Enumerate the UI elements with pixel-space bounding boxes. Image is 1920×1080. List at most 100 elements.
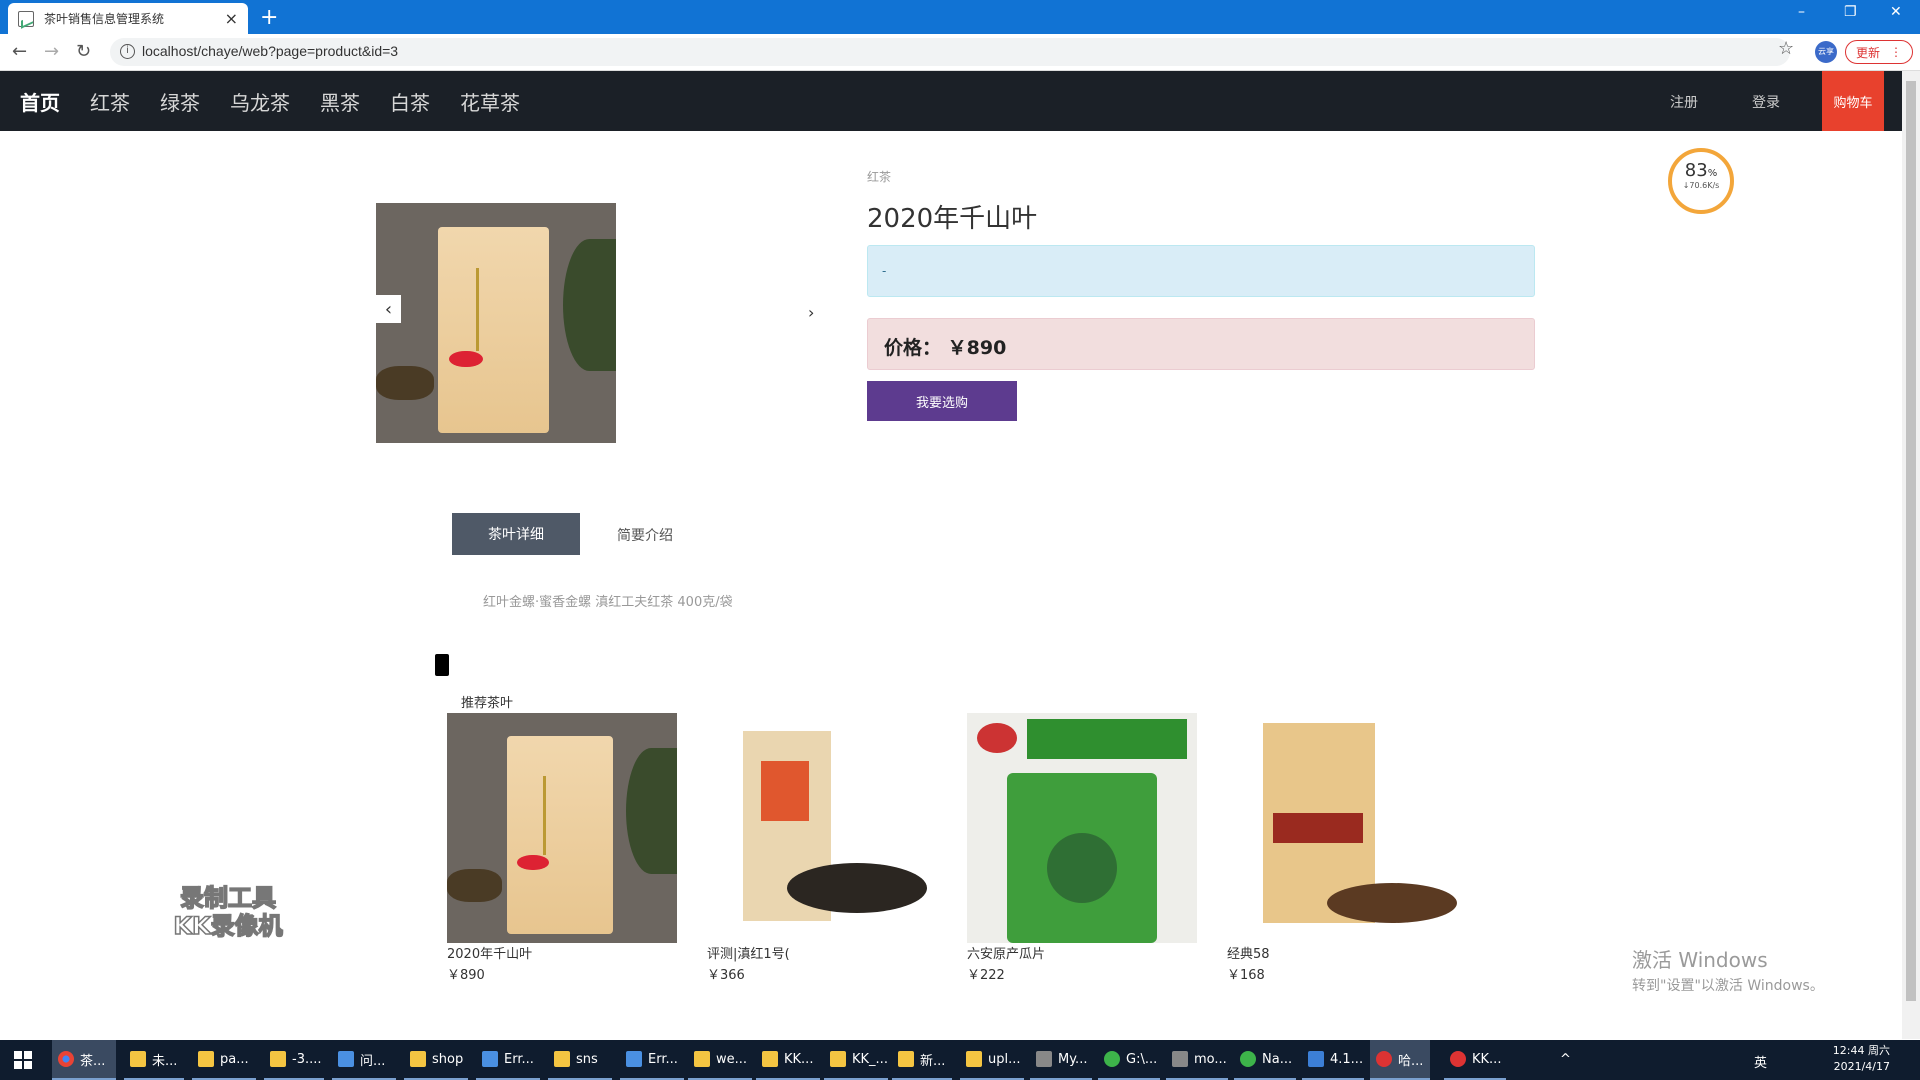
windows-start-icon[interactable] (14, 1051, 32, 1069)
url-input[interactable]: i localhost/chaye/web?page=product&id=3 (110, 38, 1790, 66)
folder-icon (410, 1051, 426, 1067)
taskbar-item[interactable]: mo... (1166, 1040, 1228, 1080)
extension-icon[interactable]: 云享 (1815, 41, 1837, 63)
tab-brief-intro[interactable]: 简要介绍 (617, 525, 673, 545)
system-clock[interactable]: 12:44 周六 2021/4/17 (1816, 1043, 1890, 1075)
taskbar-item[interactable]: upl... (960, 1040, 1024, 1080)
nav-item-oolong[interactable]: 乌龙茶 (230, 87, 290, 116)
info-icon[interactable]: i (120, 44, 135, 59)
recorder-icon (1376, 1051, 1392, 1067)
nav-item-dark-tea[interactable]: 黑茶 (320, 87, 360, 116)
recommend-title: 推荐茶叶 (461, 696, 514, 711)
recommend-card[interactable]: 2020年千山叶 ￥890 (447, 713, 677, 983)
ime-indicator[interactable]: 英 (1754, 1052, 1767, 1071)
recorder-watermark: 录制工具 KK录像机 (160, 883, 296, 941)
taskbar-item[interactable]: -3.... (264, 1040, 324, 1080)
recommend-price: ￥890 (447, 968, 485, 983)
pen-icon (1036, 1051, 1052, 1067)
speed-percent-sign: % (1707, 168, 1718, 179)
price-value: ￥890 (947, 337, 1007, 359)
document-icon (338, 1051, 354, 1067)
forward-arrow-icon[interactable]: → (44, 41, 59, 62)
activation-subtitle: 转到"设置"以激活 Windows。 (1632, 978, 1824, 994)
tab-close-icon[interactable]: × (225, 9, 238, 28)
minimize-button[interactable]: – (1798, 4, 1805, 20)
recommend-name[interactable]: 经典58 (1227, 943, 1457, 962)
product-category[interactable]: 红茶 (867, 168, 891, 185)
taskbar-item[interactable]: KK... (756, 1040, 820, 1080)
new-tab-button[interactable]: + (260, 5, 278, 30)
tab-tea-detail[interactable]: 茶叶详细 (452, 513, 580, 555)
taskbar-item[interactable]: 新... (892, 1040, 952, 1080)
taskbar-item[interactable]: 4.1... (1302, 1040, 1364, 1080)
terminal-icon (1104, 1051, 1120, 1067)
product-description: - (867, 245, 1535, 297)
carousel-prev-button[interactable]: ‹ (376, 295, 401, 323)
taskbar-item[interactable]: KK_... (824, 1040, 888, 1080)
update-label: 更新 (1855, 45, 1880, 60)
nav-item-herbal-tea[interactable]: 花草茶 (460, 87, 520, 116)
nav-item-white-tea[interactable]: 白茶 (390, 87, 430, 116)
taskbar-item[interactable]: 未... (124, 1040, 184, 1080)
taskbar-item[interactable]: shop (404, 1040, 468, 1080)
recommend-name[interactable]: 六安原产瓜片 (967, 943, 1197, 962)
nav-item-black-tea[interactable]: 红茶 (90, 87, 130, 116)
taskbar-item[interactable]: My... (1030, 1040, 1092, 1080)
tray-chevron-icon[interactable]: ^ (1560, 1052, 1571, 1067)
login-link[interactable]: 登录 (1752, 92, 1780, 112)
recommend-image[interactable] (707, 713, 937, 943)
bookmark-star-icon[interactable]: ☆ (1778, 38, 1794, 59)
update-button[interactable]: 更新 ⋮ (1845, 40, 1913, 64)
watermark-line2: KK录像机 (173, 911, 284, 941)
scroll-thumb[interactable] (1906, 81, 1916, 1001)
network-speed-widget[interactable]: 83% ↓70.6K/s (1668, 148, 1734, 214)
detail-text: 红叶金螺·蜜香金螺 滇红工夫红茶 400克/袋 (483, 595, 733, 610)
folder-icon (198, 1051, 214, 1067)
database-icon (1172, 1051, 1188, 1067)
page-scrollbar[interactable] (1902, 71, 1920, 1039)
nav-item-home[interactable]: 首页 (20, 87, 60, 116)
back-arrow-icon[interactable]: ← (12, 41, 27, 62)
recommend-card[interactable]: 评测|滇红1号( ￥366 (707, 713, 937, 983)
clock-date: 2021/4/17 (1833, 1060, 1890, 1073)
buy-button[interactable]: 我要选购 (867, 381, 1017, 421)
recommend-image[interactable] (967, 713, 1197, 943)
price-label: 价格： (884, 337, 942, 359)
visual-studio-icon (1308, 1051, 1324, 1067)
browser-tab[interactable]: 茶叶销售信息管理系统 × (8, 3, 248, 34)
tea-leaves-shape (376, 366, 434, 400)
register-link[interactable]: 注册 (1670, 92, 1698, 112)
taskbar-item[interactable]: we... (688, 1040, 752, 1080)
recommend-card[interactable]: 经典58 ￥168 (1227, 713, 1457, 983)
recommend-card[interactable]: 六安原产瓜片 ￥222 (967, 713, 1197, 983)
taskbar-item[interactable]: pa... (192, 1040, 256, 1080)
recommend-image[interactable] (447, 713, 677, 943)
document-icon (626, 1051, 642, 1067)
browser-title-bar: 茶叶销售信息管理系统 × + – ❐ ✕ (0, 0, 1920, 34)
recommend-name[interactable]: 评测|滇红1号( (707, 943, 937, 962)
site-navbar: 首页 红茶 绿茶 乌龙茶 黑茶 白茶 花草茶 注册 登录 购物车 (0, 71, 1902, 131)
speed-rate: ↓70.6K/s (1682, 181, 1720, 190)
nav-item-green-tea[interactable]: 绿茶 (160, 87, 200, 116)
section-marker (435, 654, 449, 676)
taskbar-item[interactable]: 哈... (1370, 1040, 1430, 1080)
carousel-next-button[interactable]: › (808, 303, 814, 322)
taskbar-item[interactable]: Err... (620, 1040, 684, 1080)
recommend-image[interactable] (1227, 713, 1457, 943)
taskbar-item[interactable]: Na... (1234, 1040, 1296, 1080)
cart-button[interactable]: 购物车 (1822, 71, 1884, 131)
taskbar-item[interactable]: 问... (332, 1040, 396, 1080)
plant-shape (563, 239, 616, 371)
folder-icon (762, 1051, 778, 1067)
taskbar-item[interactable]: KK... (1444, 1040, 1506, 1080)
folder-icon (830, 1051, 846, 1067)
recommend-name[interactable]: 2020年千山叶 (447, 943, 677, 962)
taskbar-item[interactable]: 茶... (52, 1040, 116, 1080)
close-window-button[interactable]: ✕ (1890, 4, 1902, 20)
taskbar-item[interactable]: sns (548, 1040, 612, 1080)
taskbar-item[interactable]: G:\... (1098, 1040, 1160, 1080)
taskbar-item[interactable]: Err... (476, 1040, 540, 1080)
reload-icon[interactable]: ↻ (76, 41, 91, 62)
restore-button[interactable]: ❐ (1844, 4, 1857, 20)
url-text: localhost/chaye/web?page=product&id=3 (142, 43, 399, 59)
